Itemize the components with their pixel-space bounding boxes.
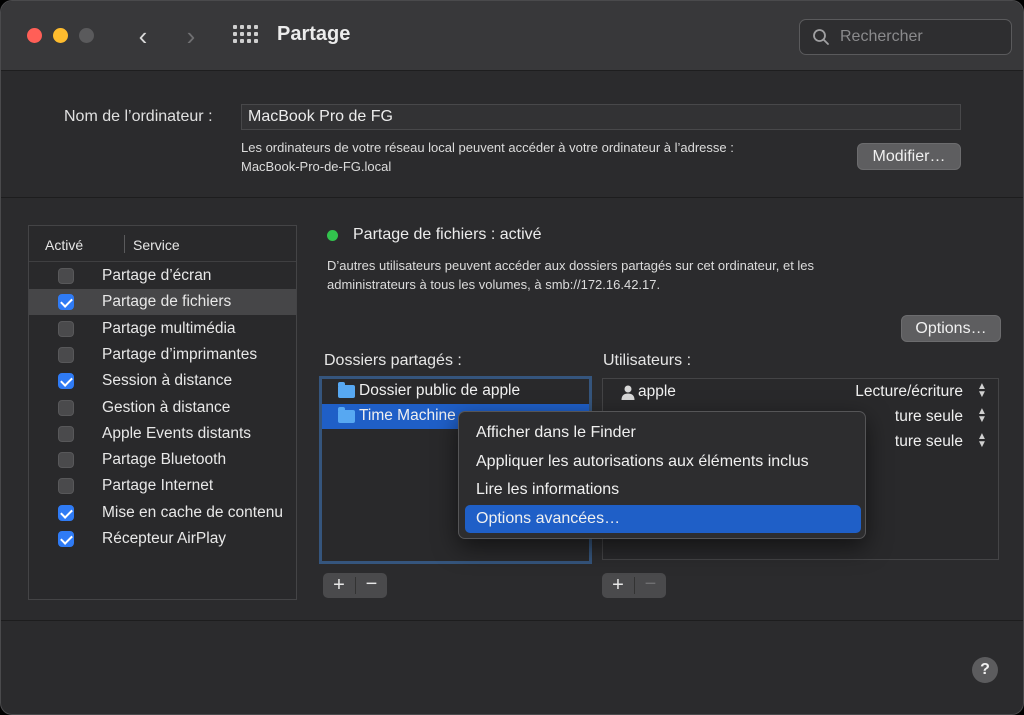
- service-checkbox[interactable]: [58, 425, 74, 442]
- remove-user-button[interactable]: −: [635, 573, 666, 598]
- help-button[interactable]: ?: [972, 657, 998, 683]
- service-row[interactable]: Partage multimédia: [29, 316, 296, 342]
- permission-stepper-icon[interactable]: ▲ ▼: [976, 432, 988, 451]
- menu-item-advanced-options[interactable]: Options avancées…: [465, 505, 861, 533]
- folder-icon: [338, 407, 355, 423]
- service-row[interactable]: Apple Events distants: [29, 421, 296, 447]
- search-field[interactable]: Rechercher: [799, 19, 1012, 55]
- service-row[interactable]: Gestion à distance: [29, 395, 296, 421]
- service-row[interactable]: Session à distance: [29, 368, 296, 394]
- back-arrow-icon[interactable]: ‹: [131, 21, 155, 51]
- menu-item-show-in-finder[interactable]: Afficher dans le Finder: [465, 419, 861, 447]
- preferences-window: ‹ › Partage Rechercher Nom de l’ordinate…: [0, 0, 1024, 715]
- menu-item-label: Afficher dans le Finder: [476, 424, 636, 441]
- computer-name-value: MacBook Pro de FG: [248, 108, 393, 125]
- column-header-active[interactable]: Activé: [45, 237, 83, 253]
- section-divider: [1, 197, 1023, 198]
- local-address-info: Les ordinateurs de votre réseau local pe…: [241, 140, 734, 155]
- service-label: Partage d’écran: [102, 267, 212, 284]
- user-icon: [621, 385, 635, 400]
- menu-item-label: Lire les informations: [476, 481, 620, 498]
- service-checkbox[interactable]: [58, 268, 74, 284]
- modify-hostname-button[interactable]: Modifier…: [857, 143, 961, 170]
- window-title: Partage: [277, 23, 351, 45]
- column-header-service[interactable]: Service: [133, 237, 180, 253]
- footer-divider: [1, 620, 1023, 621]
- service-checkbox[interactable]: [58, 478, 74, 495]
- service-label: Partage de fichiers: [102, 293, 232, 311]
- user-permission[interactable]: Lecture/écriture: [855, 383, 963, 401]
- show-all-grid-icon[interactable]: [233, 25, 258, 45]
- status-indicator: [327, 230, 338, 241]
- service-checkbox[interactable]: [58, 531, 74, 547]
- service-label: Mise en cache de contenu: [102, 503, 283, 521]
- service-checkbox[interactable]: [58, 346, 74, 363]
- folders-add-remove: + −: [323, 573, 387, 598]
- search-icon: [813, 29, 829, 45]
- user-permission[interactable]: ture seule: [895, 408, 963, 426]
- close-window-button[interactable]: [27, 28, 42, 43]
- service-label: Apple Events distants: [102, 424, 252, 442]
- users-add-remove: + −: [602, 573, 666, 598]
- zoom-window-button[interactable]: [79, 28, 94, 43]
- service-checkbox[interactable]: [58, 320, 74, 337]
- menu-item-label: Appliquer les autorisations aux éléments…: [476, 453, 809, 470]
- add-folder-button[interactable]: +: [323, 573, 355, 598]
- user-permission[interactable]: ture seule: [895, 433, 963, 451]
- minimize-window-button[interactable]: [53, 28, 68, 43]
- folder-name: Dossier public de apple: [359, 382, 521, 399]
- service-checkbox[interactable]: [58, 504, 74, 521]
- options-button[interactable]: Options…: [901, 315, 1001, 342]
- service-label: Partage d’imprimantes: [102, 345, 258, 363]
- local-hostname: MacBook-Pro-de-FG.local: [241, 159, 392, 174]
- service-checkbox[interactable]: [58, 399, 74, 416]
- service-label: Gestion à distance: [102, 398, 231, 416]
- shared-folders-label: Dossiers partagés :: [324, 352, 462, 369]
- service-row[interactable]: Récepteur AirPlay: [29, 526, 296, 552]
- sharing-description-line1: D’autres utilisateurs peuvent accéder au…: [327, 258, 815, 273]
- menu-item-apply-permissions[interactable]: Appliquer les autorisations aux éléments…: [465, 448, 861, 476]
- user-name: apple: [638, 383, 676, 400]
- service-list: Activé Service Partage d’écran Partage de…: [28, 225, 297, 600]
- permission-stepper-icon[interactable]: ▲ ▼: [976, 407, 988, 426]
- service-row[interactable]: Partage d’écran: [29, 263, 296, 289]
- service-checkbox[interactable]: [58, 294, 74, 311]
- service-label: Récepteur AirPlay: [102, 530, 227, 547]
- titlebar: ‹ › Partage Rechercher: [1, 1, 1023, 71]
- service-label: Partage Internet: [102, 477, 214, 495]
- search-placeholder: Rechercher: [840, 28, 923, 45]
- computer-name-input[interactable]: MacBook Pro de FG: [241, 104, 961, 130]
- menu-item-get-info[interactable]: Lire les informations: [465, 476, 861, 504]
- add-user-button[interactable]: +: [602, 573, 634, 598]
- service-list-header: Activé Service: [29, 226, 296, 262]
- service-row[interactable]: Mise en cache de contenu: [29, 500, 296, 526]
- service-checkbox[interactable]: [58, 452, 74, 469]
- menu-item-label: Options avancées…: [476, 510, 621, 527]
- forward-arrow-icon[interactable]: ›: [179, 21, 203, 51]
- service-label: Partage Bluetooth: [102, 451, 227, 469]
- service-label: Partage multimédia: [102, 319, 236, 337]
- service-row[interactable]: Partage Bluetooth: [29, 447, 296, 473]
- computer-name-label: Nom de l’ordinateur :: [64, 108, 213, 125]
- context-menu: Afficher dans le Finder Appliquer les au…: [458, 411, 866, 539]
- remove-folder-button[interactable]: −: [356, 573, 387, 598]
- sharing-status: Partage de fichiers : activé: [353, 226, 542, 243]
- permission-stepper-icon[interactable]: ▲ ▼: [976, 382, 988, 401]
- column-divider: [124, 235, 125, 253]
- service-row[interactable]: Partage d’imprimantes: [29, 342, 296, 368]
- user-row[interactable]: apple Lecture/écriture ▲ ▼: [603, 380, 998, 405]
- folder-name: Time Machine: [359, 407, 456, 424]
- service-row[interactable]: Partage Internet: [29, 473, 296, 499]
- sharing-description-line2: administrateurs à tous les volumes, à sm…: [327, 277, 661, 292]
- users-label: Utilisateurs :: [603, 352, 692, 369]
- service-row[interactable]: Partage de fichiers: [29, 289, 296, 316]
- service-checkbox[interactable]: [58, 373, 74, 390]
- folder-row[interactable]: Dossier public de apple: [322, 379, 589, 404]
- folder-icon: [338, 382, 355, 398]
- service-label: Session à distance: [102, 372, 233, 390]
